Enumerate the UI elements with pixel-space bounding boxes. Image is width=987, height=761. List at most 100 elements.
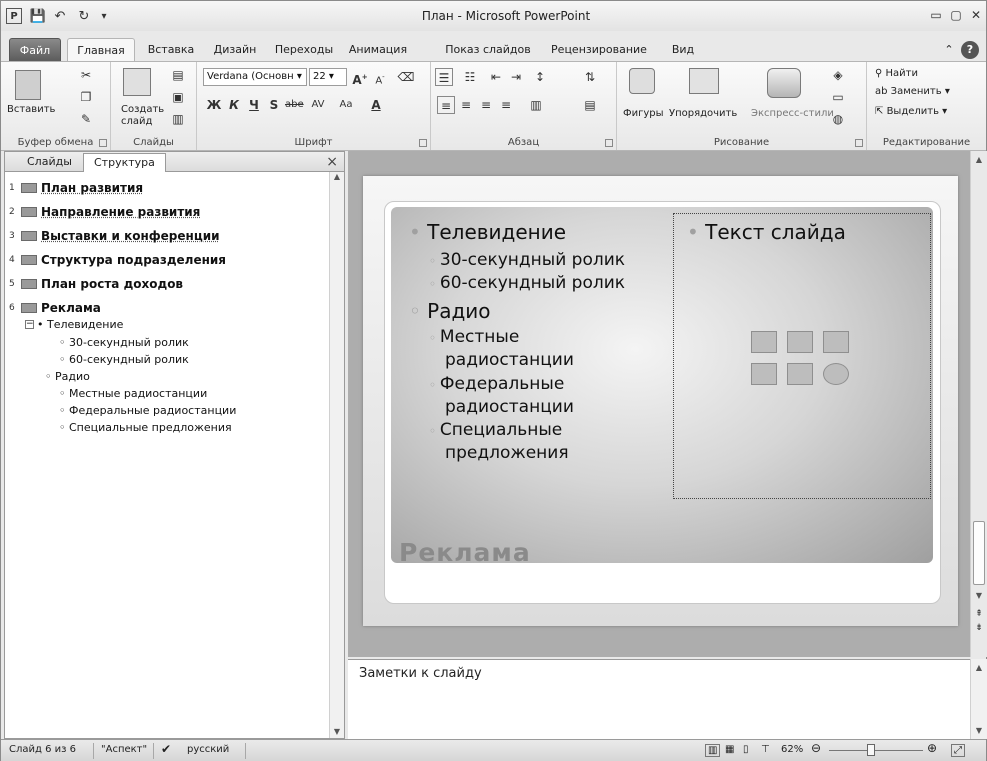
drawing-launcher-icon[interactable] — [855, 139, 863, 147]
slide-title[interactable]: Реклама — [399, 538, 531, 567]
outline-slide-6[interactable]: 6 Реклама — [9, 296, 327, 320]
tab-animation[interactable]: Анимация — [343, 38, 413, 62]
shape-effects-icon[interactable]: ◍ — [829, 110, 847, 128]
slide-scrollbar[interactable]: ▲ ▼ ⇞ ⇟ — [970, 151, 987, 657]
slide-title[interactable]: Выставки и конференции — [41, 229, 220, 243]
strike-button[interactable]: abe — [285, 96, 304, 114]
collapse-icon[interactable]: − — [25, 320, 34, 329]
quick-styles-button[interactable]: Экспресс-стили — [751, 108, 834, 119]
placeholder-text[interactable]: • Текст слайда — [687, 220, 846, 244]
insert-clipart-icon[interactable] — [787, 363, 813, 385]
content-placeholder[interactable] — [673, 213, 931, 499]
maximize-icon[interactable]: ▢ — [947, 7, 965, 23]
format-painter-icon[interactable]: ✎ — [77, 110, 95, 128]
arrange-button[interactable]: Упорядочить — [669, 108, 737, 119]
align-text-icon[interactable]: ▤ — [581, 96, 599, 114]
next-slide-icon[interactable]: ⇟ — [971, 623, 987, 633]
zoom-slider-track[interactable] — [829, 750, 923, 751]
customize-qat-icon[interactable]: ▾ — [96, 8, 112, 24]
new-slide-button[interactable]: Создать — [121, 104, 164, 115]
copy-icon[interactable]: ❐ — [77, 88, 95, 106]
previous-slide-icon[interactable]: ⇞ — [971, 609, 987, 619]
fit-to-window-icon[interactable]: ⤢ — [951, 744, 965, 757]
slide-bullet-7[interactable]: ◦ Специальные — [429, 420, 562, 440]
slide-title[interactable]: Реклама — [41, 301, 101, 315]
numbering-icon[interactable]: ☷ — [461, 68, 479, 86]
slide-title[interactable]: План развития — [41, 181, 143, 195]
shape-fill-icon[interactable]: ◈ — [829, 66, 847, 84]
outline-bullet[interactable]: ◦ 30-секундный ролик — [59, 336, 189, 349]
slide-bullet-2[interactable]: ◦ 30-секундный ролик — [429, 250, 625, 270]
close-pane-icon[interactable]: × — [326, 154, 338, 170]
slide-sorter-icon[interactable]: ▦ — [725, 744, 734, 755]
zoom-in-icon[interactable]: ⊕ — [927, 741, 937, 755]
help-icon[interactable]: ? — [961, 41, 979, 59]
align-center-icon[interactable]: ≡ — [457, 96, 475, 114]
tab-outline[interactable]: Структура — [83, 153, 166, 172]
minimize-icon[interactable]: ▭ — [927, 7, 945, 23]
select-button[interactable]: ⇱ Выделить ▾ — [875, 106, 947, 117]
slide-title[interactable]: Структура подразделения — [41, 253, 226, 267]
outline-slide-5[interactable]: 5 План роста доходов — [9, 272, 327, 296]
font-family-select[interactable]: Verdana (Основн ▾ — [203, 68, 307, 86]
slide-bullet-1[interactable]: • Телевидение — [409, 220, 566, 244]
scroll-up-icon[interactable]: ▲ — [971, 155, 987, 164]
tab-home[interactable]: Главная — [67, 38, 135, 62]
undo-icon[interactable]: ↶ — [52, 8, 68, 24]
grow-font-icon[interactable]: A+ — [351, 68, 369, 87]
shape-outline-icon[interactable]: ▭ — [829, 88, 847, 106]
shadow-button[interactable]: S — [265, 96, 283, 114]
font-size-select[interactable]: 22 ▾ — [309, 68, 347, 86]
slide-title[interactable]: План роста доходов — [41, 277, 183, 291]
outline-slide-3[interactable]: 3 Выставки и конференции — [9, 224, 327, 248]
align-right-icon[interactable]: ≡ — [477, 96, 495, 114]
theme-name[interactable]: "Аспект" — [101, 744, 147, 755]
replace-button[interactable]: ab Заменить ▾ — [875, 86, 950, 97]
outline-bullet[interactable]: ◦ Специальные предложения — [59, 421, 232, 434]
zoom-out-icon[interactable]: ⊖ — [811, 741, 821, 755]
tab-transitions[interactable]: Переходы — [269, 38, 339, 62]
section-icon[interactable]: ▥ — [169, 110, 187, 128]
bullets-icon[interactable]: ☰ — [435, 68, 453, 86]
cut-icon[interactable]: ✂ — [77, 66, 95, 84]
decrease-indent-icon[interactable]: ⇤ — [487, 68, 505, 86]
change-case-button[interactable]: Aa — [333, 96, 359, 114]
outline-bullet[interactable]: ◦ Радио — [45, 370, 90, 383]
slide-bullet-4[interactable]: ◦ Радио — [409, 299, 491, 323]
notes-placeholder[interactable]: Заметки к слайду — [359, 666, 482, 681]
shapes-button[interactable]: Фигуры — [623, 108, 664, 119]
paste-icon[interactable] — [15, 70, 41, 100]
tab-insert[interactable]: Вставка — [141, 38, 201, 62]
reset-icon[interactable]: ▣ — [169, 88, 187, 106]
paragraph-launcher-icon[interactable] — [605, 139, 613, 147]
outline-bullet[interactable]: ◦ Федеральные радиостанции — [59, 404, 236, 417]
normal-view-icon[interactable]: ▥ — [705, 744, 721, 757]
new-slide-icon[interactable] — [123, 68, 151, 96]
scroll-down-icon[interactable]: ▼ — [971, 726, 987, 735]
slide-title[interactable]: Направление развития — [41, 205, 200, 219]
scroll-up-icon[interactable]: ▲ — [330, 172, 344, 181]
slideshow-icon[interactable]: ⊤ — [761, 744, 770, 755]
save-icon[interactable]: 💾 — [30, 8, 46, 24]
underline-button[interactable]: Ч — [245, 96, 263, 114]
spacing-icon[interactable]: AV — [309, 96, 327, 114]
collapse-ribbon-icon[interactable]: ⌃ — [941, 38, 957, 62]
tab-review[interactable]: Рецензирование — [549, 38, 649, 62]
outline-slide-4[interactable]: 4 Структура подразделения — [9, 248, 327, 272]
scroll-thumb[interactable] — [973, 521, 985, 585]
insert-picture-icon[interactable] — [751, 363, 777, 385]
outline-bullet[interactable]: ◦ Местные радиостанции — [59, 387, 207, 400]
arrange-icon[interactable] — [689, 68, 719, 94]
quick-styles-icon[interactable] — [767, 68, 801, 98]
paste-button[interactable]: Вставить — [7, 104, 55, 115]
find-button[interactable]: ⚲ Найти — [875, 68, 918, 79]
insert-smartart-icon[interactable] — [823, 331, 849, 353]
slide-bullet-5[interactable]: ◦ Местные — [429, 327, 519, 347]
outline-slide-1[interactable]: 1 План развития — [9, 176, 327, 200]
outline-bullet[interactable]: ◦ 60-секундный ролик — [59, 353, 189, 366]
clear-format-icon[interactable]: ⌫ — [397, 68, 415, 86]
pane-scrollbar[interactable]: ▲ ▼ — [329, 172, 344, 738]
shapes-icon[interactable] — [629, 68, 655, 94]
font-color-button[interactable]: A — [367, 96, 385, 114]
font-launcher-icon[interactable] — [419, 139, 427, 147]
